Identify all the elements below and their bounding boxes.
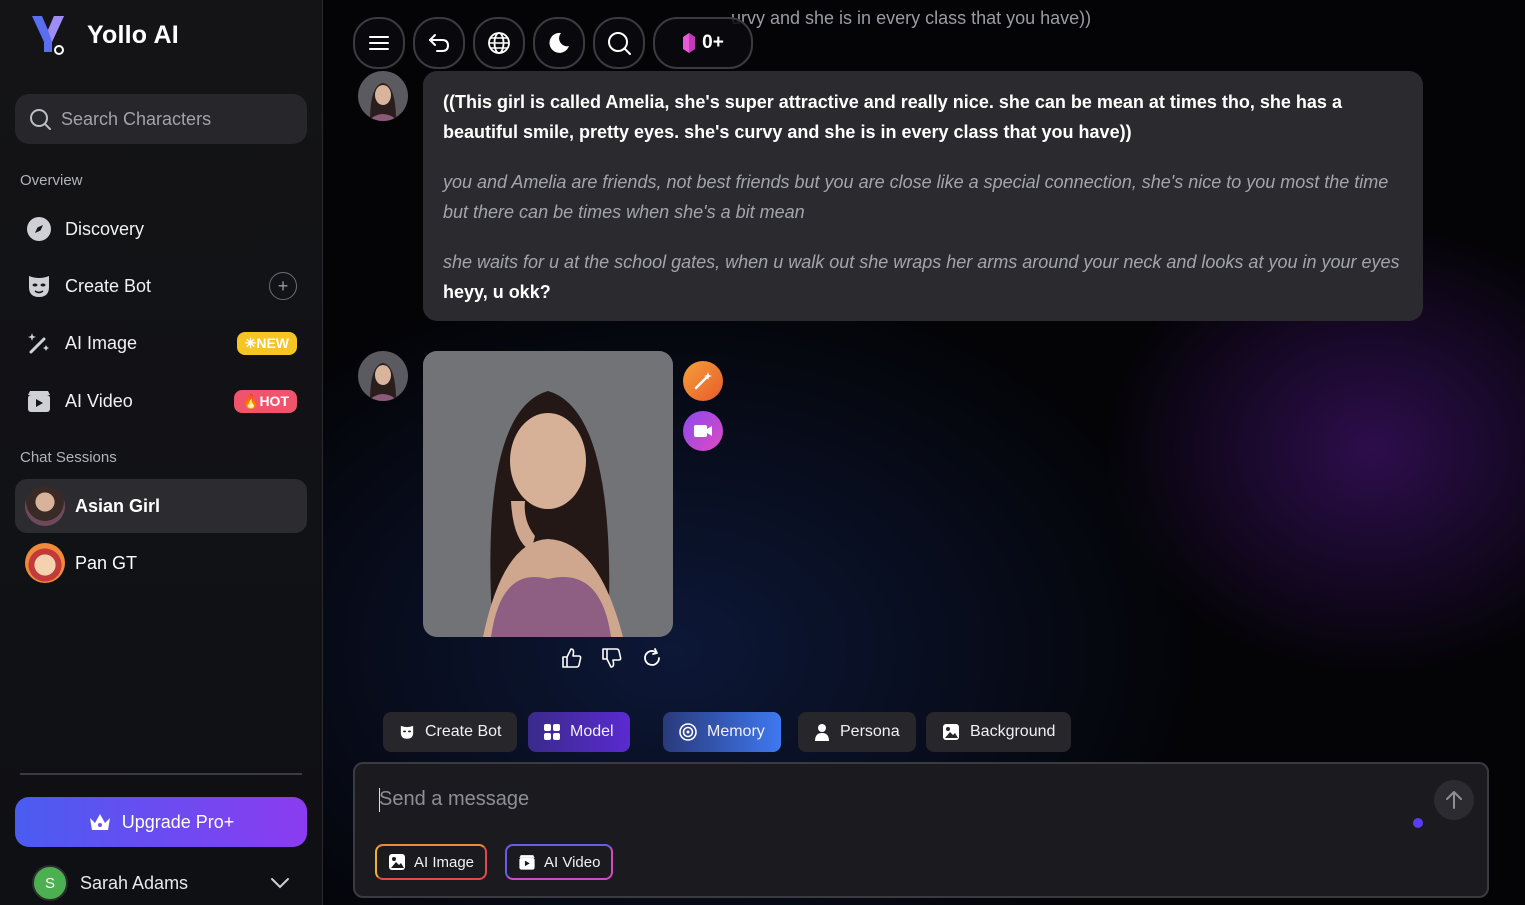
- divider: [20, 773, 302, 775]
- chip-label: Background: [970, 723, 1056, 740]
- undo-icon: [429, 34, 450, 52]
- upgrade-button[interactable]: Upgrade Pro+: [15, 797, 307, 847]
- message-composer[interactable]: Send a message AI Image AI Video: [353, 762, 1489, 898]
- moon-icon: [549, 32, 569, 53]
- chat-sessions-label: Chat Sessions: [20, 449, 117, 466]
- tool-label: AI Image: [414, 853, 475, 871]
- character-photo[interactable]: [423, 351, 673, 637]
- search-placeholder: Search Characters: [61, 108, 212, 129]
- magic-wand-icon: [694, 372, 712, 390]
- search-icon: [608, 32, 631, 55]
- search-icon: [30, 109, 51, 130]
- search-input[interactable]: Search Characters: [15, 94, 307, 144]
- hot-badge: 🔥HOT: [234, 389, 297, 413]
- yollo-logo-icon: [32, 16, 64, 55]
- previous-message-fragment: urvy and she is in every class that you …: [731, 8, 1092, 28]
- nav-item-ai-image[interactable]: AI Image ✳NEW: [25, 323, 297, 363]
- message-input[interactable]: Send a message: [379, 788, 529, 811]
- video-camera-icon: [694, 425, 712, 437]
- session-name: Pan GT: [75, 552, 138, 573]
- status-dot: [1413, 818, 1423, 828]
- thumbs-up-button[interactable]: [559, 645, 585, 671]
- person-icon: [815, 724, 829, 741]
- app-name: Yollo AI: [87, 20, 179, 49]
- add-bot-button[interactable]: +: [269, 272, 297, 300]
- overview-label: Overview: [20, 172, 83, 189]
- user-menu[interactable]: S Sarah Adams: [32, 864, 290, 902]
- user-name: Sarah Adams: [80, 872, 189, 893]
- session-item-asian-girl[interactable]: Asian Girl: [15, 479, 307, 533]
- chip-memory[interactable]: Memory: [663, 712, 781, 752]
- thumbs-down-icon: [602, 648, 622, 668]
- avatar: [25, 486, 65, 526]
- refresh-icon: [644, 648, 660, 666]
- undo-button[interactable]: [413, 17, 465, 69]
- message-narration: you and Amelia are friends, not best fri…: [443, 172, 1389, 222]
- theme-toggle-button[interactable]: [533, 17, 585, 69]
- message-narration-2: she waits for u at the school gates, whe…: [443, 252, 1400, 302]
- nav-label: AI Video: [65, 390, 133, 411]
- nav-item-discovery[interactable]: Discovery: [25, 209, 297, 249]
- image-icon: [943, 724, 959, 740]
- chip-persona[interactable]: Persona: [798, 712, 916, 752]
- mask-icon: [25, 272, 53, 300]
- chat-area: urvy and she is in every class that you …: [323, 0, 1525, 905]
- chip-model[interactable]: Model: [528, 712, 630, 752]
- mask-icon: [400, 725, 414, 739]
- session-name: Asian Girl: [75, 495, 161, 516]
- nav-item-create-bot[interactable]: Create Bot +: [25, 266, 297, 306]
- memory-icon: [679, 723, 697, 741]
- chip-background[interactable]: Background: [926, 712, 1072, 752]
- text-cursor: [379, 788, 380, 812]
- globe-icon: [488, 32, 510, 54]
- image-icon: [389, 854, 405, 870]
- thumbs-up-icon: [562, 648, 582, 668]
- gem-balance-button[interactable]: 0+: [653, 17, 753, 69]
- video-camera-icon: [519, 855, 535, 870]
- generate-video-button[interactable]: [683, 411, 723, 451]
- character-message: ((This girl is called Amelia, she's supe…: [423, 71, 1423, 321]
- magic-wand-icon: [25, 329, 53, 357]
- chip-label: Model: [570, 723, 614, 740]
- chat-search-button[interactable]: [593, 17, 645, 69]
- ai-image-tool-button[interactable]: AI Image: [375, 844, 488, 880]
- upgrade-label: Upgrade Pro+: [121, 811, 235, 832]
- app-logo[interactable]: Yollo AI: [28, 12, 179, 58]
- language-button[interactable]: [473, 17, 525, 69]
- character-avatar[interactable]: [358, 71, 408, 121]
- regenerate-button[interactable]: [639, 645, 665, 671]
- session-item-pan-gt[interactable]: Pan GT: [15, 536, 307, 590]
- crown-icon: [89, 814, 110, 830]
- new-badge: ✳NEW: [236, 331, 297, 355]
- nav-item-ai-video[interactable]: AI Video 🔥HOT: [25, 381, 297, 421]
- chip-label: Memory: [707, 723, 765, 740]
- hamburger-icon: [369, 36, 389, 50]
- menu-button[interactable]: [353, 17, 405, 69]
- grid-icon: [544, 724, 560, 740]
- sidebar: Yollo AI Search Characters Overview Disc…: [0, 0, 323, 905]
- generate-image-button[interactable]: [683, 361, 723, 401]
- photo-image: [423, 351, 673, 637]
- thumbs-down-button[interactable]: [599, 645, 625, 671]
- chip-label: Persona: [840, 723, 900, 740]
- nav-label: AI Image: [65, 332, 138, 353]
- message-intro: ((This girl is called Amelia, she's supe…: [443, 92, 1342, 142]
- gem-icon: [683, 33, 696, 53]
- chevron-down-icon: [271, 878, 289, 889]
- message-speech: heyy, u okk?: [443, 282, 551, 302]
- ai-video-tool-button[interactable]: AI Video: [505, 844, 614, 880]
- chip-label: Create Bot: [425, 723, 502, 740]
- avatar: S: [32, 865, 68, 901]
- compass-icon: [25, 215, 53, 243]
- send-button[interactable]: [1434, 780, 1474, 820]
- character-avatar[interactable]: [358, 351, 408, 401]
- video-camera-icon: [25, 387, 53, 415]
- nav-label: Discovery: [65, 218, 145, 239]
- chip-create-bot[interactable]: Create Bot: [383, 712, 518, 752]
- gem-count: 0+: [702, 32, 724, 53]
- arrow-up-icon: [1446, 791, 1462, 809]
- avatar: [25, 543, 65, 583]
- nav-label: Create Bot: [65, 275, 152, 296]
- tool-label: AI Video: [544, 853, 601, 871]
